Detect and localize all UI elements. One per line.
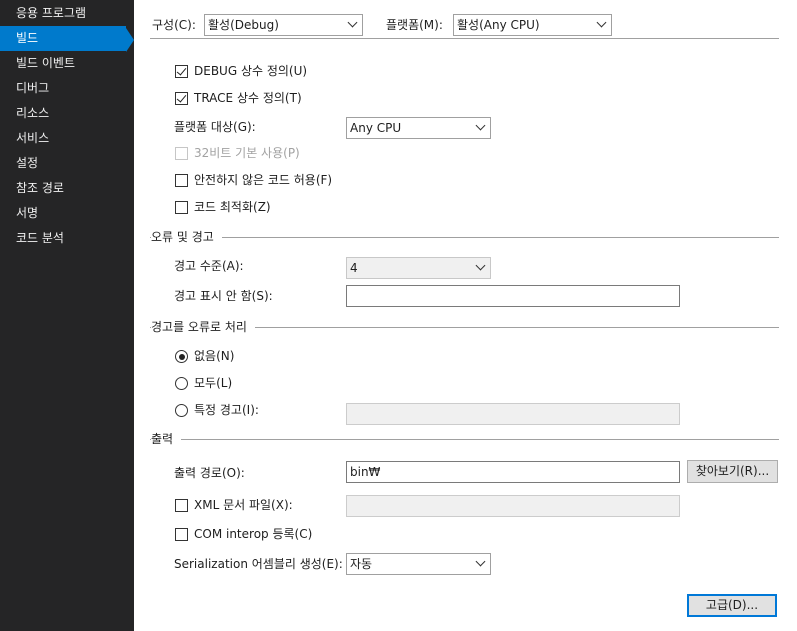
chevron-down-icon: [596, 17, 607, 28]
suppress-warnings-input[interactable]: [346, 285, 680, 307]
platform-label: 플랫폼(M):: [386, 18, 443, 32]
xml-doc-checkbox[interactable]: [175, 499, 188, 512]
output-path-input[interactable]: bin₩: [346, 461, 680, 483]
chevron-down-icon: [475, 556, 486, 567]
sidebar-item-build-events[interactable]: 빌드 이벤트: [0, 51, 134, 76]
allow-unsafe-label[interactable]: 안전하지 않은 코드 허용(F): [194, 172, 332, 188]
specific-warnings-input[interactable]: [346, 403, 680, 425]
trace-constant-checkbox[interactable]: [175, 92, 188, 105]
advanced-button[interactable]: 고급(D)...: [687, 594, 777, 617]
output-title: 출력: [151, 431, 182, 447]
sidebar: 응용 프로그램 빌드 빌드 이벤트 디버그 리소스 서비스 설정 참조 경로 서…: [0, 0, 134, 631]
check-icon: [176, 92, 187, 103]
serialization-select[interactable]: 자동: [346, 553, 491, 575]
group-line: [150, 237, 779, 238]
prefer-32bit-checkbox[interactable]: [175, 147, 188, 160]
optimize-code-label[interactable]: 코드 최적화(Z): [194, 199, 271, 215]
selection-arrow: [126, 28, 134, 52]
sidebar-item-reference-paths[interactable]: 참조 경로: [0, 176, 134, 201]
serialization-label: Serialization 어셈블리 생성(E):: [174, 557, 343, 571]
sidebar-item-application[interactable]: 응용 프로그램: [0, 1, 134, 26]
chevron-down-icon: [347, 17, 358, 28]
trace-constant-label[interactable]: TRACE 상수 정의(T): [194, 90, 302, 106]
sidebar-item-code-analysis[interactable]: 코드 분석: [0, 226, 134, 251]
sidebar-item-debug[interactable]: 디버그: [0, 76, 134, 101]
browse-button[interactable]: 찾아보기(R)...: [687, 460, 778, 483]
check-icon: [176, 65, 187, 76]
treat-warnings-title: 경고를 오류로 처리: [151, 319, 255, 335]
platform-target-value: Any CPU: [350, 121, 402, 135]
group-line: [150, 439, 779, 440]
chevron-down-icon: [475, 120, 486, 131]
platform-select[interactable]: 활성(Any CPU): [453, 14, 612, 36]
sidebar-item-build[interactable]: 빌드: [0, 26, 126, 51]
sidebar-item-signing[interactable]: 서명: [0, 201, 134, 226]
platform-target-label: 플랫폼 대상(G):: [174, 120, 256, 134]
platform-value: 활성(Any CPU): [457, 18, 540, 32]
configuration-value: 활성(Debug): [208, 18, 279, 32]
warning-level-label: 경고 수준(A):: [174, 259, 244, 273]
sidebar-item-services[interactable]: 서비스: [0, 126, 134, 151]
allow-unsafe-checkbox[interactable]: [175, 174, 188, 187]
sidebar-item-resources[interactable]: 리소스: [0, 101, 134, 126]
treat-none-label[interactable]: 없음(N): [194, 348, 234, 364]
divider: [150, 38, 779, 39]
platform-target-select[interactable]: Any CPU: [346, 117, 491, 139]
chevron-down-icon: [475, 260, 486, 271]
suppress-warnings-label: 경고 표시 안 함(S):: [174, 289, 273, 303]
prefer-32bit-label: 32비트 기본 사용(P): [194, 146, 300, 160]
com-interop-label[interactable]: COM interop 등록(C): [194, 526, 312, 542]
sidebar-item-settings[interactable]: 설정: [0, 151, 134, 176]
build-properties-panel: 구성(C): 활성(Debug) 플랫폼(M): 활성(Any CPU) DEB…: [134, 0, 797, 631]
warning-level-select[interactable]: 4: [346, 257, 491, 279]
warning-level-value: 4: [350, 261, 358, 275]
treat-none-radio[interactable]: [175, 350, 188, 363]
treat-specific-label[interactable]: 특정 경고(I):: [194, 402, 259, 418]
optimize-code-checkbox[interactable]: [175, 201, 188, 214]
debug-constant-label[interactable]: DEBUG 상수 정의(U): [194, 63, 307, 79]
com-interop-checkbox[interactable]: [175, 528, 188, 541]
radio-dot: [178, 353, 185, 360]
errors-warnings-title: 오류 및 경고: [151, 229, 222, 245]
configuration-select[interactable]: 활성(Debug): [204, 14, 363, 36]
treat-all-label[interactable]: 모두(L): [194, 375, 232, 391]
debug-constant-checkbox[interactable]: [175, 65, 188, 78]
output-path-label: 출력 경로(O):: [174, 466, 245, 480]
treat-specific-radio[interactable]: [175, 404, 188, 417]
treat-all-radio[interactable]: [175, 377, 188, 390]
xml-doc-path-input[interactable]: [346, 495, 680, 517]
configuration-label: 구성(C):: [152, 18, 196, 32]
serialization-value: 자동: [350, 557, 373, 571]
xml-doc-label[interactable]: XML 문서 파일(X):: [194, 497, 293, 513]
